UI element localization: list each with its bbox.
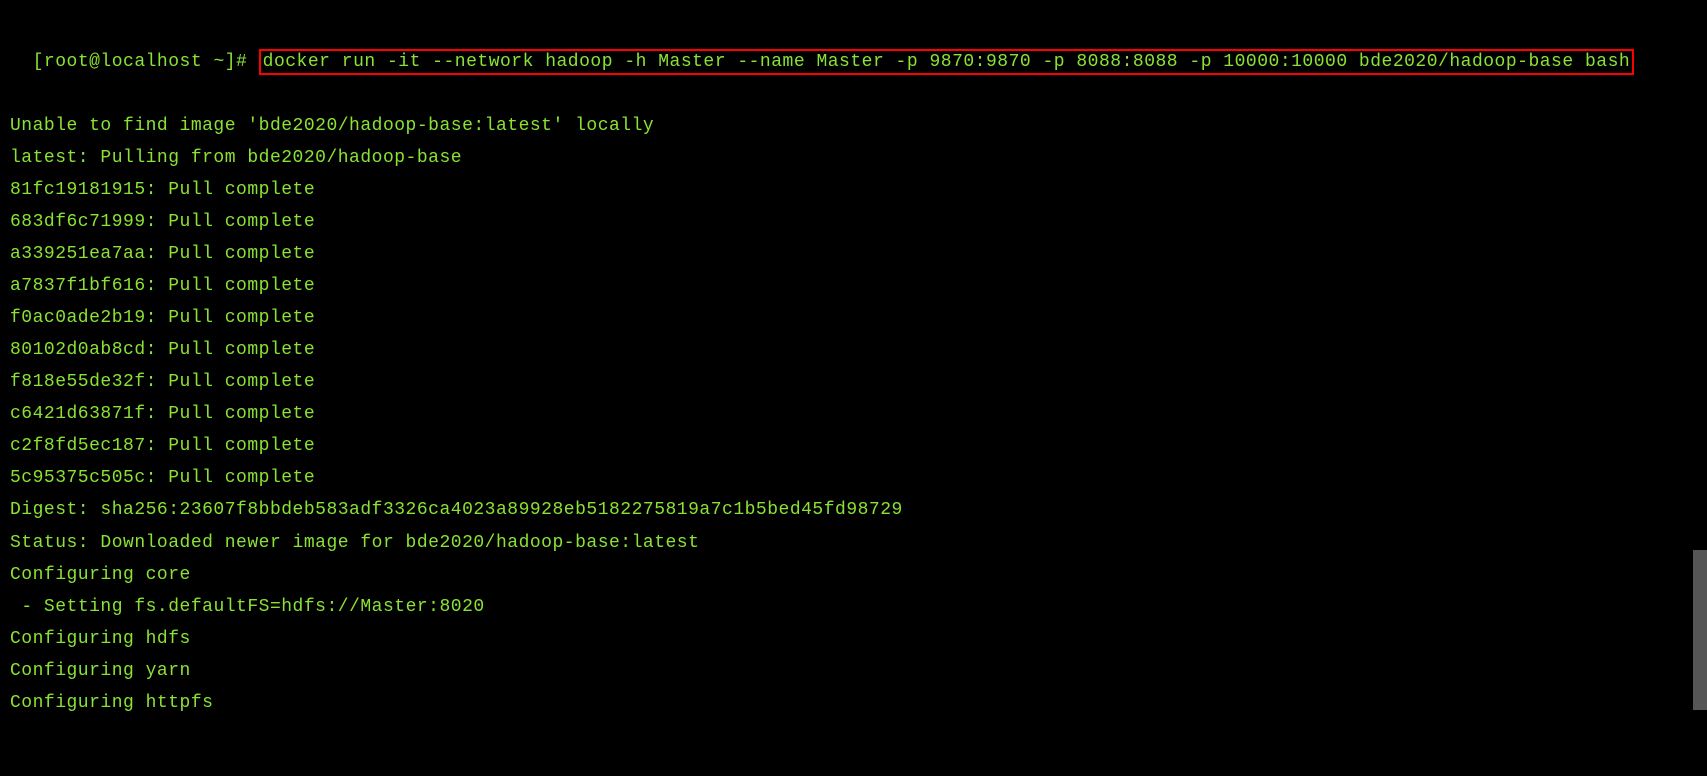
command-input: docker run -it --network hadoop -h Maste…: [259, 49, 1635, 75]
output-line: 683df6c71999: Pull complete: [10, 212, 315, 232]
output-line: f818e55de32f: Pull complete: [10, 372, 315, 392]
output-line: Configuring httpfs: [10, 693, 213, 713]
output-line: Configuring hdfs: [10, 629, 191, 649]
output-line: 81fc19181915: Pull complete: [10, 180, 315, 200]
output-line: latest: Pulling from bde2020/hadoop-base: [10, 148, 462, 168]
shell-prompt: [root@localhost ~]#: [33, 52, 259, 72]
output-line: a339251ea7aa: Pull complete: [10, 244, 315, 264]
output-line: 5c95375c505c: Pull complete: [10, 468, 315, 488]
scrollbar-thumb[interactable]: [1693, 550, 1707, 710]
output-line: a7837f1bf616: Pull complete: [10, 276, 315, 296]
output-line: f0ac0ade2b19: Pull complete: [10, 308, 315, 328]
output-line: c6421d63871f: Pull complete: [10, 404, 315, 424]
output-line: 80102d0ab8cd: Pull complete: [10, 340, 315, 360]
output-line: Digest: sha256:23607f8bbdeb583adf3326ca4…: [10, 500, 903, 520]
output-line: Configuring yarn: [10, 661, 191, 681]
output-line: Configuring core: [10, 565, 191, 585]
output-line: - Setting fs.defaultFS=hdfs://Master:802…: [10, 597, 485, 617]
output-line: Unable to find image 'bde2020/hadoop-bas…: [10, 116, 654, 136]
output-line: c2f8fd5ec187: Pull complete: [10, 436, 315, 456]
terminal-window[interactable]: [root@localhost ~]# docker run -it --net…: [10, 14, 1697, 751]
output-line: Status: Downloaded newer image for bde20…: [10, 533, 699, 553]
terminal-output: Unable to find image 'bde2020/hadoop-bas…: [10, 78, 1697, 719]
